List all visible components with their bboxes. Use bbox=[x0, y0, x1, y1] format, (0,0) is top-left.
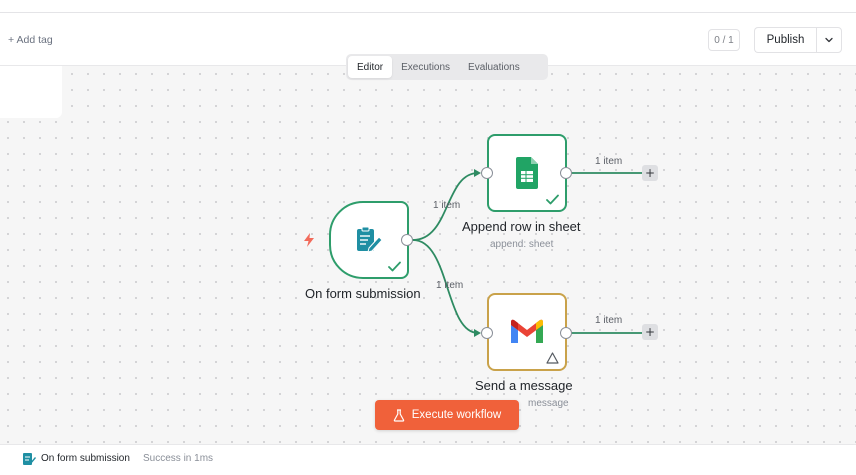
publish-options-button[interactable] bbox=[816, 27, 842, 53]
success-check-icon bbox=[546, 194, 559, 205]
top-strip bbox=[0, 0, 856, 13]
edge-label-sheet-out: 1 item bbox=[595, 156, 623, 167]
workflow-canvas[interactable] bbox=[0, 66, 856, 444]
publish-button[interactable]: Publish bbox=[754, 27, 816, 53]
node-subtitle-sheet: append: sheet bbox=[490, 239, 554, 250]
log-node-name[interactable]: On form submission bbox=[41, 453, 130, 464]
success-check-icon bbox=[388, 261, 401, 272]
tab-editor[interactable]: Editor bbox=[348, 56, 393, 78]
input-handle-sheet[interactable] bbox=[481, 167, 493, 179]
warning-icon bbox=[546, 352, 559, 364]
flask-icon bbox=[393, 408, 404, 422]
output-handle-trigger[interactable] bbox=[401, 234, 413, 246]
gmail-icon bbox=[511, 319, 543, 343]
node-form-trigger[interactable] bbox=[329, 201, 409, 279]
edge-label-gmail-in: 1 item bbox=[436, 280, 464, 291]
tab-executions[interactable]: Executions bbox=[392, 56, 459, 78]
google-sheets-icon bbox=[516, 157, 538, 189]
node-send-message[interactable] bbox=[487, 293, 567, 371]
execute-workflow-button[interactable]: Execute workflow bbox=[375, 400, 519, 430]
node-title-trigger: On form submission bbox=[305, 286, 421, 301]
node-title-sheet: Append row in sheet bbox=[462, 219, 581, 234]
output-handle-sheet[interactable] bbox=[560, 167, 572, 179]
execute-workflow-label: Execute workflow bbox=[411, 409, 502, 421]
add-node-after-gmail[interactable]: + bbox=[642, 324, 658, 340]
node-subtitle-gmail: message bbox=[528, 398, 569, 409]
view-tabs: Editor Executions Evaluations bbox=[346, 54, 548, 80]
add-tag-link[interactable]: + Add tag bbox=[8, 34, 53, 46]
side-panel bbox=[0, 66, 62, 118]
input-handle-gmail[interactable] bbox=[481, 327, 493, 339]
chevron-down-icon bbox=[825, 37, 833, 43]
tab-evaluations[interactable]: Evaluations bbox=[459, 56, 529, 78]
form-icon bbox=[357, 226, 383, 253]
add-node-after-sheet[interactable]: + bbox=[642, 165, 658, 181]
node-title-gmail: Send a message bbox=[475, 378, 573, 393]
log-status: Success in 1ms bbox=[143, 453, 214, 464]
logs-bar: On form submission Success in 1ms bbox=[0, 444, 856, 475]
form-icon bbox=[23, 453, 36, 465]
version-counter: 0 / 1 bbox=[708, 29, 740, 51]
output-handle-gmail[interactable] bbox=[560, 327, 572, 339]
lightning-icon bbox=[304, 233, 314, 247]
edge-label-gmail-out: 1 item bbox=[595, 315, 623, 326]
node-append-row-sheet[interactable] bbox=[487, 134, 567, 212]
edge-label-sheet-in: 1 item bbox=[433, 200, 461, 211]
